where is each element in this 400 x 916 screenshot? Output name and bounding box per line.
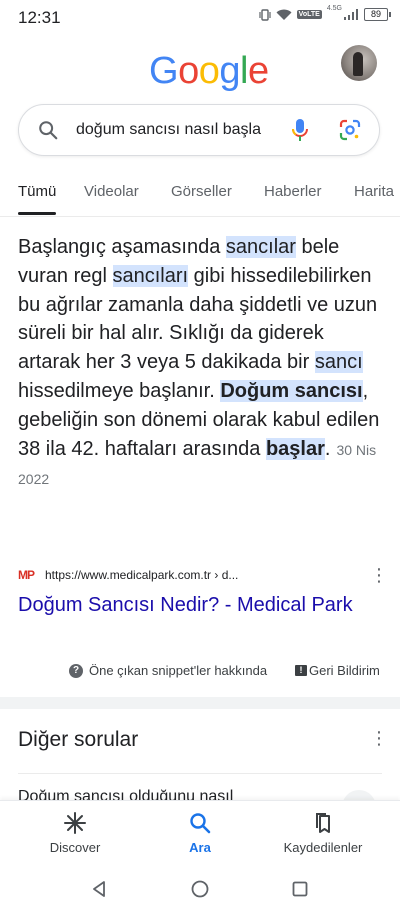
snippet-highlight: sancılar	[225, 236, 296, 258]
snippet-text: hissedilmeye başlanır.	[18, 379, 221, 402]
status-bar: 12:31 VoLTE 4.5G 89	[0, 0, 400, 36]
home-icon[interactable]	[191, 880, 209, 898]
more-options-icon[interactable]: ⋮	[370, 566, 388, 584]
active-tab-indicator	[18, 212, 56, 215]
search-icon	[39, 121, 58, 140]
logo-letter: o	[178, 50, 199, 92]
bottom-navigation: Discover Ara Kaydedilenler	[0, 800, 400, 863]
featured-snippet-text: Başlangıç aşamasında sancılar bele vuran…	[18, 233, 382, 494]
nav-discover[interactable]: Discover	[20, 811, 130, 855]
logo-letter: g	[219, 50, 240, 92]
logo-letter: G	[149, 50, 179, 92]
bookmarks-icon	[316, 813, 330, 833]
site-favicon: MP	[18, 568, 35, 582]
vibrate-icon	[259, 8, 271, 21]
nav-saved[interactable]: Kaydedilenler	[268, 811, 378, 855]
other-questions-menu-icon[interactable]: ⋮	[370, 729, 388, 747]
network-type: 4.5G	[326, 5, 342, 12]
snippet-highlight: sancıları	[112, 264, 189, 287]
battery-indicator: 89	[364, 8, 391, 21]
result-source[interactable]: MP https://www.medicalpark.com.tr › d...	[18, 566, 382, 586]
nav-saved-label: Kaydedilenler	[283, 840, 363, 855]
section-divider	[0, 697, 400, 709]
search-box[interactable]: doğum sancısı nasıl başla	[18, 104, 380, 156]
status-icons: VoLTE 4.5G 89	[259, 5, 391, 21]
asterisk-icon	[64, 812, 86, 834]
snippet-footer: ? Öne çıkan snippet'ler hakkında ! Geri …	[0, 663, 400, 683]
result-url[interactable]: https://www.medicalpark.com.tr › d...	[45, 568, 238, 582]
wifi-icon	[276, 9, 292, 20]
feedback-button[interactable]: ! Geri Bildirim	[295, 663, 380, 678]
status-time: 12:31	[18, 8, 61, 27]
system-navigation-bar	[0, 862, 400, 916]
snippet-highlight: sancı	[314, 351, 363, 374]
nav-search[interactable]: Ara	[145, 811, 255, 855]
tab-news[interactable]: Haberler	[264, 183, 322, 200]
snippet-text: .	[324, 437, 331, 460]
question-separator	[18, 773, 382, 774]
recent-apps-icon[interactable]	[292, 881, 308, 897]
about-snippets-link[interactable]: ? Öne çıkan snippet'ler hakkında	[69, 663, 267, 678]
snippet-highlight-bold: başlar	[265, 437, 325, 460]
nav-search-label: Ara	[189, 840, 211, 855]
volte-badge: VoLTE	[296, 10, 322, 19]
feedback-icon: !	[295, 665, 307, 676]
google-logo[interactable]: Google	[149, 50, 269, 93]
result-title-link[interactable]: Doğum Sancısı Nedir? - Medical Park	[18, 591, 358, 619]
account-avatar[interactable]	[341, 45, 377, 81]
google-lens-icon[interactable]	[339, 119, 361, 141]
search-icon	[190, 813, 211, 834]
feedback-label: Geri Bildirim	[309, 663, 380, 678]
tab-videos[interactable]: Videolar	[84, 183, 139, 200]
logo-letter: l	[239, 50, 248, 92]
back-icon[interactable]	[90, 880, 108, 898]
help-icon: ?	[69, 663, 83, 678]
tab-all[interactable]: Tümü	[18, 183, 56, 200]
search-tabs: Tümü Videolar Görseller Haberler Harita	[0, 178, 400, 217]
microphone-icon[interactable]	[291, 118, 309, 144]
about-snippets-label: Öne çıkan snippet'ler hakkında	[89, 663, 268, 678]
snippet-text: Başlangıç aşamasında	[18, 236, 226, 258]
signal-icon	[344, 8, 358, 20]
other-questions-title: Diğer sorular	[18, 728, 139, 751]
snippet-highlight-bold: Doğum sancısı	[220, 379, 363, 402]
logo-letter: o	[198, 50, 220, 92]
logo-letter: e	[247, 50, 269, 92]
search-input[interactable]: doğum sancısı nasıl başla	[76, 121, 266, 139]
nav-discover-label: Discover	[49, 840, 101, 855]
tab-images[interactable]: Görseller	[171, 183, 232, 200]
tab-maps[interactable]: Harita	[354, 183, 394, 200]
